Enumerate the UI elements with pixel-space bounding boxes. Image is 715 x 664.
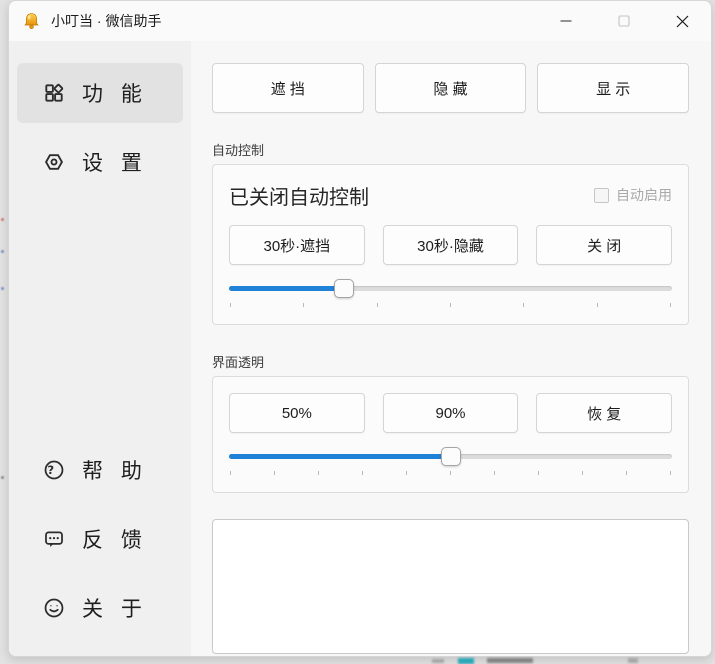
auto-enable-label: 自动启用 bbox=[616, 185, 672, 205]
sidebar-bottom-group: ? 帮 助 反 馈 bbox=[9, 440, 191, 656]
quick-buttons-row: 遮 挡 隐 藏 显 示 bbox=[212, 63, 689, 113]
opacity-50-button[interactable]: 50% bbox=[229, 393, 365, 433]
auto-enable-checkbox[interactable] bbox=[594, 188, 609, 203]
feedback-bubble-icon bbox=[43, 528, 65, 550]
hide-30s-button[interactable]: 30秒·隐藏 bbox=[383, 225, 519, 265]
opacity-90-button[interactable]: 90% bbox=[383, 393, 519, 433]
transparency-groupbox: 50% 90% 恢 复 bbox=[212, 376, 689, 493]
sidebar: 功 能 设 置 ? bbox=[9, 41, 191, 656]
desktop-artifact bbox=[1, 218, 4, 221]
close-button[interactable] bbox=[653, 1, 711, 41]
slider-thumb[interactable] bbox=[441, 447, 461, 466]
sidebar-item-label: 设 置 bbox=[82, 147, 148, 177]
desktop-artifact bbox=[1, 287, 4, 290]
sidebar-item-label: 关 于 bbox=[82, 593, 148, 623]
transparency-buttons-row: 50% 90% 恢 复 bbox=[229, 393, 672, 433]
sidebar-item-about[interactable]: 关 于 bbox=[17, 578, 183, 638]
desktop-artifact bbox=[628, 658, 638, 663]
auto-control-slider-ticks bbox=[229, 303, 672, 308]
svg-text:?: ? bbox=[47, 463, 60, 477]
sidebar-item-label: 反 馈 bbox=[82, 524, 148, 554]
minimize-button[interactable] bbox=[537, 1, 595, 41]
auto-off-button[interactable]: 关 闭 bbox=[536, 225, 672, 265]
show-button[interactable]: 显 示 bbox=[537, 63, 689, 113]
sidebar-item-label: 功 能 bbox=[82, 78, 148, 108]
bell-icon bbox=[22, 12, 41, 31]
slider-fill bbox=[229, 454, 451, 459]
auto-control-section-label: 自动控制 bbox=[212, 140, 689, 159]
title-bar: 小叮当 · 微信助手 bbox=[9, 1, 711, 41]
grid-icon bbox=[43, 82, 65, 104]
transparency-slider-ticks bbox=[229, 471, 672, 476]
log-textarea[interactable] bbox=[212, 519, 689, 654]
hide-button[interactable]: 隐 藏 bbox=[375, 63, 527, 113]
desktop-artifact bbox=[487, 658, 533, 663]
slider-thumb[interactable] bbox=[334, 279, 354, 298]
auto-control-status: 已关闭自动控制 bbox=[229, 181, 369, 210]
cover-30s-button[interactable]: 30秒·遮挡 bbox=[229, 225, 365, 265]
question-circle-icon: ? bbox=[43, 459, 65, 481]
cover-button[interactable]: 遮 挡 bbox=[212, 63, 364, 113]
auto-control-buttons-row: 30秒·遮挡 30秒·隐藏 关 闭 bbox=[229, 225, 672, 265]
transparency-slider[interactable] bbox=[229, 447, 672, 466]
desktop-artifact bbox=[1, 476, 4, 479]
desktop-artifact bbox=[432, 659, 444, 663]
sidebar-item-help[interactable]: ? 帮 助 bbox=[17, 440, 183, 500]
sidebar-item-feedback[interactable]: 反 馈 bbox=[17, 509, 183, 569]
auto-enable-checkbox-row[interactable]: 自动启用 bbox=[594, 185, 672, 205]
desktop-artifact bbox=[1, 250, 4, 253]
auto-control-slider[interactable] bbox=[229, 279, 672, 298]
slider-fill bbox=[229, 286, 344, 291]
transparency-section-label: 界面透明 bbox=[212, 352, 689, 371]
sidebar-item-features[interactable]: 功 能 bbox=[17, 63, 183, 123]
slider-track[interactable] bbox=[229, 286, 672, 291]
window-controls bbox=[537, 1, 711, 41]
hexagon-gear-icon bbox=[43, 151, 65, 173]
auto-control-groupbox: 已关闭自动控制 自动启用 30秒·遮挡 30秒·隐藏 关 闭 bbox=[212, 164, 689, 325]
window-title: 小叮当 · 微信助手 bbox=[51, 11, 161, 31]
desktop-artifact bbox=[458, 658, 474, 664]
smiley-icon bbox=[43, 597, 65, 619]
sidebar-item-settings[interactable]: 设 置 bbox=[17, 132, 183, 192]
main-content: 遮 挡 隐 藏 显 示 自动控制 已关闭自动控制 自动启用 30秒·遮挡 30秒… bbox=[191, 41, 711, 656]
maximize-button[interactable] bbox=[595, 1, 653, 41]
sidebar-item-label: 帮 助 bbox=[82, 455, 148, 485]
opacity-restore-button[interactable]: 恢 复 bbox=[536, 393, 672, 433]
app-window: 小叮当 · 微信助手 bbox=[8, 0, 712, 657]
